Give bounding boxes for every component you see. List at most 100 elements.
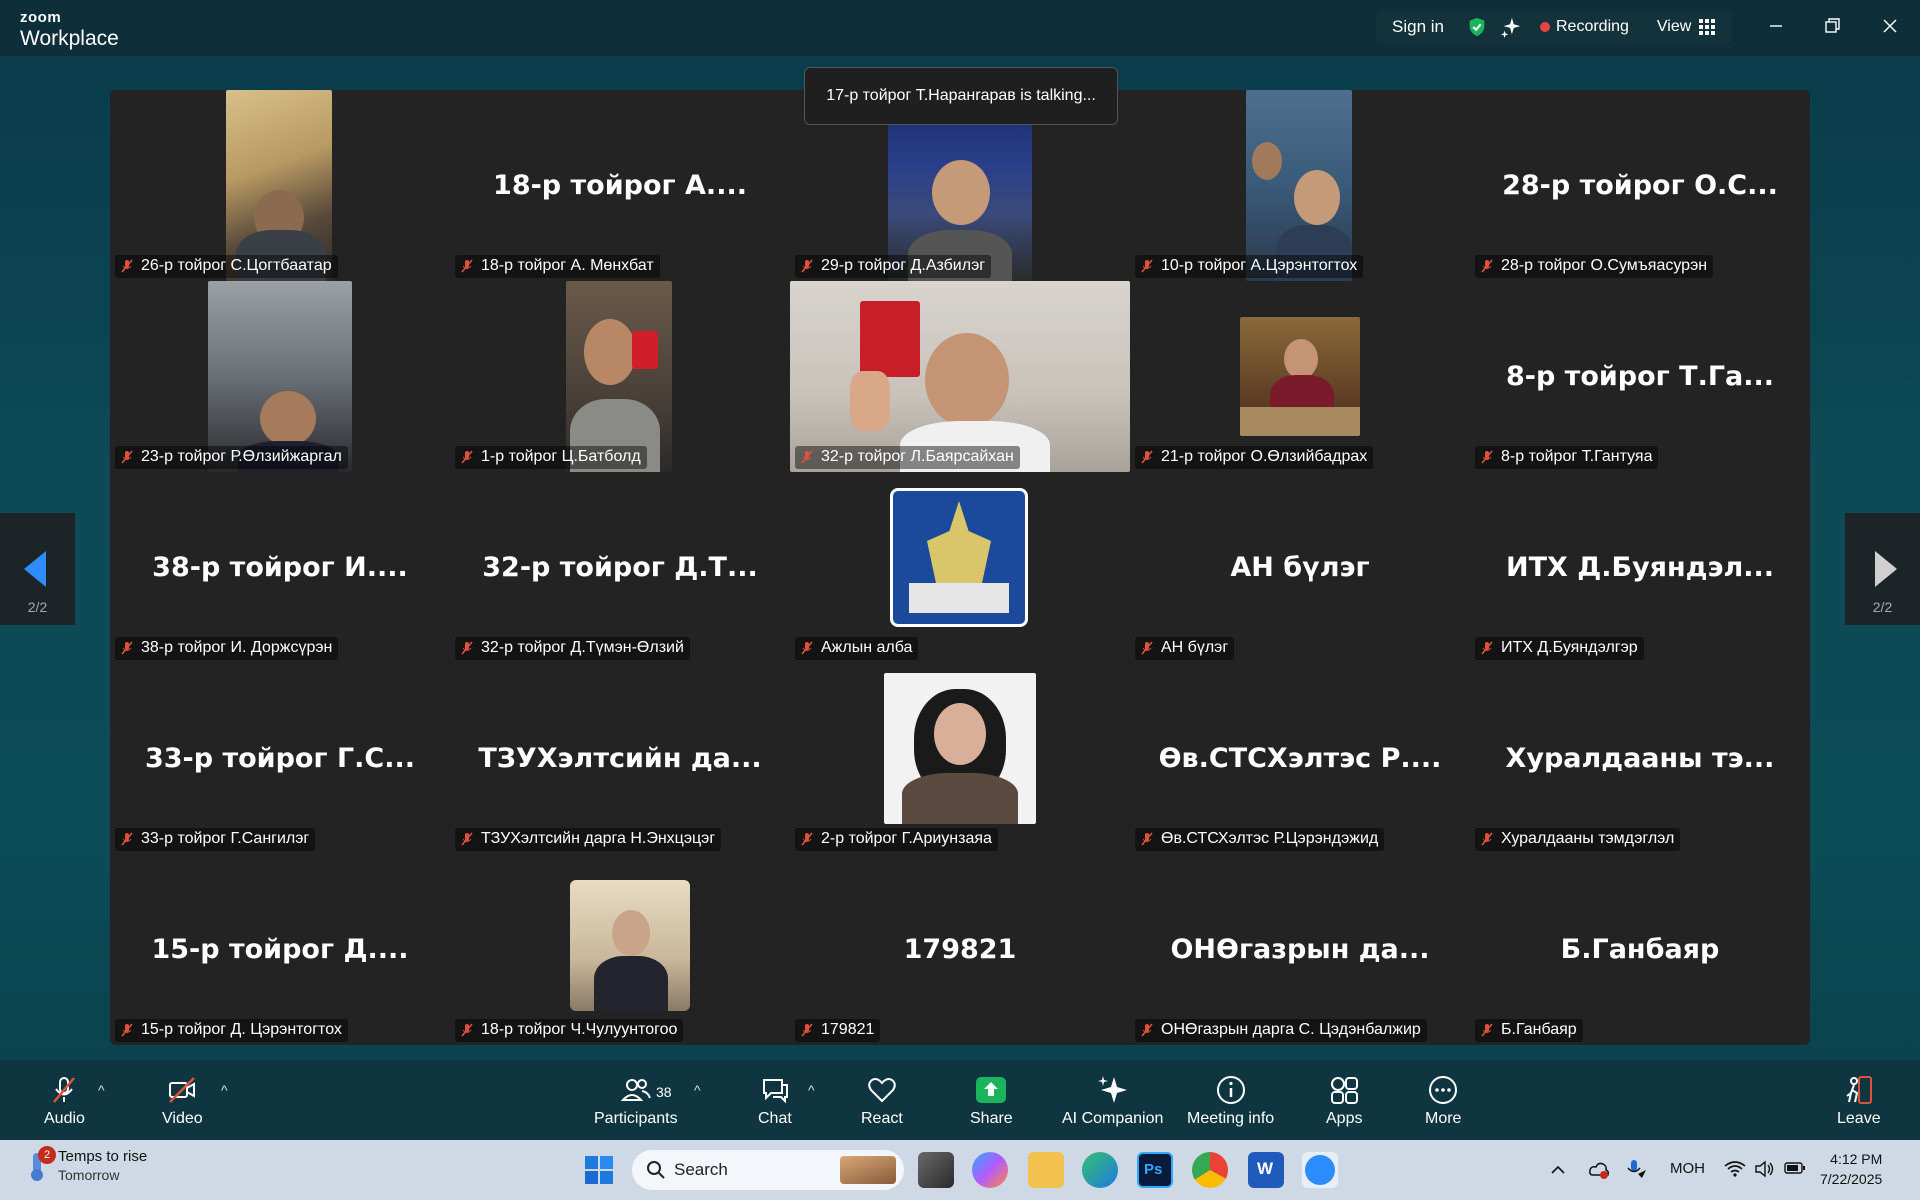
- participants-button[interactable]: Participants: [594, 1074, 678, 1128]
- participant-avatar-name: 179821: [903, 934, 1017, 965]
- view-button[interactable]: View: [1657, 18, 1716, 36]
- shield-check-icon[interactable]: [1466, 16, 1488, 38]
- chevron-up-icon[interactable]: [1550, 1162, 1566, 1178]
- participant-tile[interactable]: 21-р тойрог О.Өлзийбадрах: [1130, 281, 1470, 472]
- participant-name-label: АН бүлэг: [1135, 637, 1235, 660]
- participant-tile[interactable]: 10-р тойрог А.Цэрэнтогтох: [1130, 90, 1470, 281]
- participant-name: 26-р тойрог С.Цогтбаатар: [141, 257, 332, 274]
- windows-start-icon[interactable]: [584, 1155, 614, 1185]
- participant-tile[interactable]: 8-р тойрог Т.Га... 8-р тойрог Т.Гантуяа: [1470, 281, 1810, 472]
- word-icon[interactable]: W: [1248, 1152, 1284, 1188]
- task-view-icon[interactable]: [918, 1152, 954, 1188]
- audio-options-caret[interactable]: ^: [98, 1082, 112, 1098]
- react-button[interactable]: React: [861, 1074, 903, 1128]
- photoshop-icon[interactable]: Ps: [1137, 1152, 1173, 1188]
- battery-icon[interactable]: [1784, 1161, 1806, 1175]
- participant-name: 18-р тойрог Ч.Чулуунтогоо: [481, 1021, 678, 1038]
- leave-button[interactable]: Leave: [1837, 1074, 1881, 1128]
- participant-name-label: 1-р тойрог Ц.Батболд: [455, 446, 647, 469]
- mic-muted-icon: [801, 259, 813, 273]
- copilot-icon[interactable]: [972, 1152, 1008, 1188]
- ai-companion-button[interactable]: AI Companion: [1062, 1074, 1163, 1128]
- chat-button[interactable]: Chat: [758, 1074, 792, 1128]
- video-options-caret[interactable]: ^: [221, 1082, 235, 1098]
- participant-tile[interactable]: 38-р тойрог И.... 38-р тойрог И. Доржсүр…: [110, 472, 450, 663]
- participant-name: 38-р тойрог И. Доржсүрэн: [141, 639, 333, 656]
- system-clock[interactable]: 4:12 PM 7/22/2025: [1820, 1150, 1882, 1189]
- emblem-image: [890, 488, 1028, 627]
- participant-tile[interactable]: 26-р тойрог С.Цогтбаатар: [110, 90, 450, 281]
- cloud-sync-icon[interactable]: [1588, 1160, 1610, 1180]
- mic-muted-icon: [801, 450, 813, 464]
- file-explorer-icon[interactable]: [1028, 1152, 1064, 1188]
- participant-tile[interactable]: 15-р тойрог Д.... 15-р тойрог Д. Цэрэнто…: [110, 854, 450, 1045]
- participant-name: 32-р тойрог Л.Баярсайхан: [821, 448, 1014, 465]
- mic-muted-icon: [1481, 259, 1493, 273]
- participant-tile[interactable]: 18-р тойрог Ч.Чулуунтогоо: [450, 854, 790, 1045]
- sign-in-button[interactable]: Sign in: [1392, 17, 1444, 37]
- participant-tile[interactable]: 2-р тойрог Г.Ариунзаяа: [790, 663, 1130, 854]
- input-language[interactable]: МОН: [1670, 1160, 1705, 1177]
- restore-icon[interactable]: [1820, 14, 1844, 38]
- participant-name-label: 2-р тойрог Г.Ариунзаяа: [795, 828, 998, 851]
- page-indicator: 2/2: [27, 599, 48, 615]
- record-dot-icon: [1539, 22, 1550, 32]
- participant-name: Б.Ганбаяр: [1501, 1021, 1577, 1038]
- weather-title: Temps to rise: [58, 1148, 148, 1165]
- zoom-app-icon[interactable]: [1302, 1152, 1338, 1188]
- apps-button[interactable]: Apps: [1326, 1074, 1362, 1128]
- ai-sparkle-icon[interactable]: [1500, 16, 1522, 38]
- participant-tile[interactable]: 32-р тойрог Л.Баярсайхан: [790, 281, 1130, 472]
- mic-muted-icon: [1141, 641, 1153, 655]
- taskbar-search[interactable]: Search: [632, 1150, 904, 1190]
- minimize-icon[interactable]: [1764, 14, 1788, 38]
- next-page-button[interactable]: 2/2: [1845, 513, 1920, 625]
- mic-muted-icon: [1141, 259, 1153, 273]
- mic-muted-icon: [1481, 641, 1493, 655]
- participant-tile[interactable]: 32-р тойрог Д.Т... 32-р тойрог Д.Түмэн-Ө…: [450, 472, 790, 663]
- brand-zoom: zoom: [20, 9, 62, 26]
- participant-tile[interactable]: ТЗУХэлтсийн да... ТЗУХэлтсийн дарга Н.Эн…: [450, 663, 790, 854]
- audio-button[interactable]: Audio: [44, 1074, 85, 1128]
- arrow-right-icon: [1875, 551, 1897, 587]
- video-gallery: 26-р тойрог С.Цогтбаатар 18-р тойрог А..…: [110, 90, 1810, 1045]
- participants-options-caret[interactable]: ^: [694, 1082, 708, 1098]
- participant-tile[interactable]: Ажлын алба: [790, 472, 1130, 663]
- participant-tile[interactable]: Хуралдааны тэ... Хуралдааны тэмдэглэл: [1470, 663, 1810, 854]
- participant-name: 18-р тойрог А. Мөнхбат: [481, 257, 654, 274]
- participant-tile[interactable]: ИТХ Д.Буяндэл... ИТХ Д.Буяндэлгэр: [1470, 472, 1810, 663]
- participant-tile[interactable]: 1-р тойрог Ц.Батболд: [450, 281, 790, 472]
- recording-indicator[interactable]: Recording: [1539, 18, 1629, 36]
- previous-page-button[interactable]: 2/2: [0, 513, 75, 625]
- chrome-browser-icon[interactable]: [1192, 1152, 1228, 1188]
- close-icon[interactable]: [1878, 14, 1902, 38]
- mic-muted-icon: [1481, 832, 1493, 846]
- participant-name-label: 32-р тойрог Д.Түмэн-Өлзий: [455, 637, 690, 660]
- chat-options-caret[interactable]: ^: [808, 1082, 822, 1098]
- wifi-icon[interactable]: [1724, 1160, 1746, 1178]
- meeting-info-button[interactable]: Meeting info: [1187, 1074, 1274, 1128]
- participant-tile[interactable]: 33-р тойрог Г.С... 33-р тойрог Г.Сангилэ…: [110, 663, 450, 854]
- recording-label: Recording: [1555, 18, 1629, 35]
- edge-browser-icon[interactable]: [1082, 1152, 1118, 1188]
- participant-tile[interactable]: 179821 179821: [790, 854, 1130, 1045]
- participant-tile[interactable]: Б.Ганбаяр Б.Ганбаяр: [1470, 854, 1810, 1045]
- participant-name: Ажлын алба: [821, 639, 913, 656]
- participant-tile[interactable]: 18-р тойрог А.... 18-р тойрог А. Мөнхбат: [450, 90, 790, 281]
- more-button[interactable]: More: [1425, 1074, 1461, 1128]
- participant-tile[interactable]: 28-р тойрог О.С... 28-р тойрог О.Сумъяас…: [1470, 90, 1810, 281]
- clock-date: 7/22/2025: [1820, 1170, 1883, 1187]
- participant-tile[interactable]: 23-р тойрог Р.Өлзийжаргал: [110, 281, 450, 472]
- participant-tile[interactable]: ОНӨгазрын да... ОНӨгазрын дарга С. Цэдэн…: [1130, 854, 1470, 1045]
- microphone-in-use-icon[interactable]: [1624, 1158, 1648, 1180]
- weather-widget[interactable]: 2 Temps to rise Tomorrow: [24, 1146, 148, 1184]
- participant-name: 28-р тойрог О.Сумъяасурэн: [1501, 257, 1708, 274]
- share-button[interactable]: Share: [970, 1074, 1013, 1128]
- participant-tile[interactable]: Өв.СТСХэлтэс Р.... Өв.СТСХэлтэс Р.Цэрэнд…: [1130, 663, 1470, 854]
- participant-name-label: 23-р тойрог Р.Өлзийжаргал: [115, 446, 348, 469]
- participant-tile[interactable]: АН бүлэг АН бүлэг: [1130, 472, 1470, 663]
- video-button[interactable]: Video: [162, 1074, 203, 1128]
- volume-icon[interactable]: [1754, 1160, 1776, 1178]
- mic-muted-icon: [461, 450, 473, 464]
- participant-avatar-name: Өв.СТСХэлтэс Р....: [1158, 743, 1442, 774]
